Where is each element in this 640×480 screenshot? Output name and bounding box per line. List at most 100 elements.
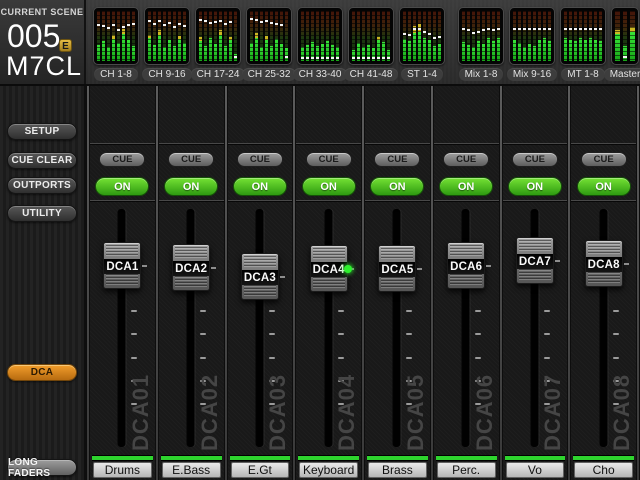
peak-indicator (538, 28, 541, 30)
on-button[interactable]: ON (508, 177, 562, 196)
setup-button[interactable]: SETUP (7, 123, 77, 140)
peak-indicator (199, 19, 202, 21)
fader-cap[interactable]: DCA8 (585, 240, 623, 287)
channel-name-label[interactable]: Keyboard (299, 462, 358, 478)
channel-name-label[interactable]: Brass (368, 462, 427, 478)
cue-button[interactable]: CUE (99, 152, 145, 167)
fader-scale-tick (475, 310, 481, 312)
meter-level (523, 47, 526, 61)
meter-bar (630, 11, 635, 61)
meter-bridge-bar: CH 1-8CH 9-16CH 17-24CH 25-32CH 33-40CH … (0, 0, 640, 86)
meter-bar (574, 11, 577, 61)
on-button[interactable]: ON (577, 177, 631, 196)
fader-cap-label: DCA2 (173, 261, 209, 276)
meter-level (336, 47, 339, 61)
utility-button[interactable]: UTILITY (7, 205, 77, 222)
on-button[interactable]: ON (164, 177, 218, 196)
cue-button[interactable]: CUE (512, 152, 558, 167)
meter-level (219, 35, 222, 61)
meter-bar (513, 11, 516, 61)
meter-yellow-segment (630, 27, 635, 32)
channel-strip: CUEONDCA5DCA05Brass (365, 86, 430, 480)
meter-bar (543, 11, 546, 61)
channel-name-label[interactable]: Cho (574, 462, 633, 478)
peak-indicator (548, 28, 551, 30)
current-scene-panel: CURRENT SCENE 005 E M7CL (0, 0, 86, 84)
meter-block-label: Mix 9-16 (507, 68, 557, 81)
meter-level (178, 39, 181, 61)
meter-block[interactable]: CH 25-32 (246, 7, 292, 81)
cue-button[interactable]: CUE (374, 152, 420, 167)
meter-level (418, 32, 421, 61)
on-button[interactable]: ON (370, 177, 424, 196)
on-button[interactable]: ON (302, 177, 356, 196)
long-faders-button[interactable]: LONG FADERS (7, 459, 77, 476)
meter-bar (168, 11, 171, 61)
meter-block[interactable]: ST 1-4 (399, 7, 445, 81)
stagemix-app: CH 1-8CH 9-16CH 17-24CH 25-32CH 33-40CH … (0, 0, 640, 480)
fader-cap-label: DCA5 (379, 262, 415, 277)
meter-level (229, 40, 232, 61)
divider (503, 143, 568, 144)
on-button[interactable]: ON (439, 177, 493, 196)
meter-level (117, 43, 120, 61)
strip-separator (568, 86, 570, 480)
meter-block-label: ST 1-4 (401, 68, 443, 81)
fader-cap[interactable]: DCA1 (103, 242, 141, 289)
meter-block[interactable]: CH 1-8 (93, 7, 139, 81)
meter-bar (102, 11, 105, 61)
meter-block[interactable]: CH 9-16 (144, 7, 190, 81)
channel-name-label[interactable]: Perc. (437, 462, 496, 478)
peak-indicator (321, 57, 324, 59)
meter-block[interactable]: CH 33-40 (297, 7, 343, 81)
meter-block[interactable]: MT 1-8 (560, 7, 606, 81)
cue-button[interactable]: CUE (581, 152, 627, 167)
fader-cap[interactable]: DCA5 (378, 245, 416, 292)
fader-cap[interactable]: DCA4 (310, 245, 348, 292)
channel-name-label[interactable]: E.Bass (162, 462, 221, 478)
meter-bar (224, 11, 227, 61)
meter-level (599, 41, 602, 61)
meter-level (630, 32, 635, 61)
fader-cap[interactable]: DCA6 (447, 242, 485, 289)
fader-track[interactable] (256, 209, 263, 447)
channel-name-label[interactable]: Drums (93, 462, 152, 478)
fader-cap[interactable]: DCA2 (172, 244, 210, 291)
meter-yellow-segment (615, 30, 620, 34)
meter-level (352, 50, 355, 61)
channel-name-label[interactable]: E.Gt (231, 462, 290, 478)
fader-scale-tick (269, 333, 275, 335)
on-button[interactable]: ON (95, 177, 149, 196)
peak-indicator (423, 31, 426, 33)
cue-button[interactable]: CUE (237, 152, 283, 167)
cue-button[interactable]: CUE (306, 152, 352, 167)
fader-cap[interactable]: DCA7 (516, 237, 554, 284)
meter-bar (158, 11, 161, 61)
on-button[interactable]: ON (233, 177, 287, 196)
fader-scale-tick (338, 333, 344, 335)
meter-level (413, 33, 416, 61)
outports-button[interactable]: OUTPORTS (7, 177, 77, 194)
meter-block[interactable]: Master (611, 7, 639, 81)
meter-block[interactable]: CH 17-24 (195, 7, 241, 81)
meter-yellow-segment (255, 33, 258, 38)
meter-level (487, 38, 490, 61)
meter-block[interactable]: CH 41-48 (348, 7, 394, 81)
dca-bank-button[interactable]: DCA (7, 364, 77, 381)
channel-color-bar (367, 456, 428, 460)
meter-level (387, 50, 390, 62)
meter-block[interactable]: Mix 1-8 (458, 7, 504, 81)
meter-bar (183, 11, 186, 61)
fader-cap[interactable]: DCA3 (241, 253, 279, 300)
peak-indicator (285, 56, 288, 58)
meter-bar (518, 11, 521, 61)
cue-button[interactable]: CUE (443, 152, 489, 167)
cue-button[interactable]: CUE (168, 152, 214, 167)
meter-yellow-segment (148, 35, 151, 38)
fader-cap-notch (417, 268, 422, 270)
meter-block[interactable]: Mix 9-16 (509, 7, 555, 81)
meter-level (538, 40, 541, 61)
channel-name-label[interactable]: Vo (506, 462, 565, 478)
cue-clear-button[interactable]: CUE CLEAR (7, 152, 77, 169)
divider (90, 200, 155, 201)
